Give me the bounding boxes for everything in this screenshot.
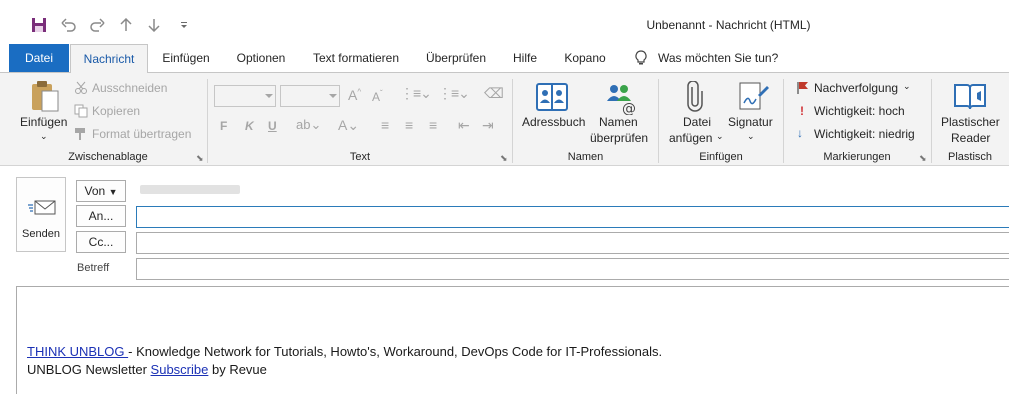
lightbulb-icon[interactable] — [630, 44, 652, 72]
send-label: Senden — [22, 228, 60, 240]
importance-high-icon: ! — [800, 104, 804, 118]
scissors-icon — [74, 81, 88, 98]
attach-dropdown-icon[interactable]: ⌄ — [716, 131, 724, 142]
align-left-icon[interactable]: ≡ — [381, 117, 389, 133]
body-line-2: UNBLOG Newsletter Subscribe by Revue — [27, 362, 267, 377]
to-input[interactable] — [136, 206, 1009, 228]
dialog-launcher-icon[interactable]: ⬊ — [500, 153, 508, 164]
shrink-font-icon[interactable]: Aˇ — [372, 89, 383, 104]
immersive-reader-label-2[interactable]: Reader — [951, 131, 990, 145]
cut-button[interactable]: Ausschneiden — [92, 81, 167, 95]
title-bar: Unbenannt - Nachricht (HTML) — [0, 0, 1009, 44]
copy-icon — [74, 104, 88, 121]
from-address-redacted — [140, 185, 240, 194]
align-center-icon[interactable]: ≡ — [405, 117, 413, 133]
paperclip-icon[interactable] — [686, 80, 704, 116]
cc-button[interactable]: Cc... — [76, 231, 126, 253]
ribbon-tabs: Datei Nachricht Einfügen Optionen Text f… — [0, 44, 1009, 73]
increase-indent-icon[interactable]: ⇥ — [482, 117, 494, 134]
cc-input[interactable] — [136, 232, 1009, 254]
immersive-reader-label-1[interactable]: Plastischer — [941, 115, 1000, 129]
tab-kopano[interactable]: Kopano — [555, 44, 615, 72]
follow-up-button[interactable]: Nachverfolgung — [814, 81, 898, 95]
importance-high-button[interactable]: Wichtigkeit: hoch — [814, 104, 905, 118]
immersive-reader-icon[interactable] — [953, 81, 987, 116]
subscribe-link[interactable]: Subscribe — [151, 362, 209, 377]
bullets-icon[interactable]: ⋮≡⌄ — [400, 85, 432, 102]
importance-low-icon: ↓ — [797, 126, 803, 140]
flag-icon — [797, 81, 809, 98]
numbering-icon[interactable]: ⋮≡⌄ — [438, 85, 470, 102]
address-book-button[interactable]: Adressbuch — [522, 115, 585, 129]
group-label-markierungen: Markierungen — [823, 151, 891, 163]
tell-me-search[interactable]: Was möchten Sie tun? — [658, 44, 788, 72]
italic-button[interactable]: K — [245, 119, 254, 133]
tab-text-formatieren[interactable]: Text formatieren — [303, 44, 409, 72]
font-color-icon[interactable]: A⌄ — [338, 117, 359, 134]
tab-hilfe[interactable]: Hilfe — [503, 44, 547, 72]
signature-icon[interactable] — [738, 81, 770, 116]
bold-button[interactable]: F — [220, 119, 227, 133]
subject-label: Betreff — [77, 262, 110, 274]
paste-label[interactable]: Einfügen — [20, 115, 67, 129]
copy-button[interactable]: Kopieren — [92, 104, 140, 118]
font-size-select[interactable] — [280, 85, 340, 110]
subject-input[interactable] — [136, 258, 1009, 280]
decrease-indent-icon[interactable]: ⇤ — [458, 117, 470, 134]
importance-low-button[interactable]: Wichtigkeit: niedrig — [814, 127, 915, 141]
to-button[interactable]: An... — [76, 205, 126, 227]
grow-font-icon[interactable]: A^ — [348, 87, 361, 103]
paste-dropdown-icon[interactable]: ⌄ — [40, 131, 48, 142]
attach-file-label-1[interactable]: Datei — [683, 115, 711, 129]
window-title: Unbenannt - Nachricht (HTML) — [646, 18, 811, 32]
dialog-launcher-icon[interactable]: ⬊ — [196, 153, 204, 164]
tab-nachricht[interactable]: Nachricht — [70, 44, 148, 73]
think-unblog-link[interactable]: THINK UNBLOG — [27, 344, 128, 359]
group-label-plastisch: Plastisch — [947, 151, 993, 163]
from-dropdown-icon: ▼ — [108, 187, 118, 197]
tab-einfuegen[interactable]: Einfügen — [152, 44, 220, 72]
font-family-select[interactable] — [214, 85, 276, 110]
send-button[interactable]: Senden — [16, 177, 66, 252]
svg-text:@: @ — [622, 101, 636, 115]
tab-optionen[interactable]: Optionen — [226, 44, 296, 72]
signature-dropdown-icon[interactable]: ⌄ — [747, 131, 755, 142]
ribbon: Einfügen ⌄ Ausschneiden Kopieren Format … — [0, 72, 1009, 166]
body-line-1: THINK UNBLOG - Knowledge Network for Tut… — [27, 344, 662, 359]
compose-area: Senden Von ▼ An... Cc... Betreff THINK U… — [0, 167, 1009, 394]
check-names-label-2[interactable]: überprüfen — [590, 131, 648, 145]
body-line-1-text: - Knowledge Network for Tutorials, Howto… — [128, 344, 663, 359]
follow-up-dropdown-icon[interactable]: ⌄ — [903, 81, 911, 92]
body-line-2-suffix: by Revue — [208, 362, 267, 377]
check-names-label-1[interactable]: Namen — [599, 115, 638, 129]
send-icon — [27, 198, 57, 219]
tab-ueberpruefen[interactable]: Überprüfen — [416, 44, 496, 72]
check-names-icon[interactable]: @ — [604, 81, 638, 118]
attach-file-label-2[interactable]: anfügen — [669, 131, 712, 145]
group-label-namen: Namen — [567, 151, 604, 163]
format-painter-icon — [74, 127, 88, 144]
address-book-icon[interactable] — [535, 81, 569, 116]
tab-datei[interactable]: Datei — [9, 44, 69, 72]
group-label-einfuegen: Einfügen — [699, 151, 743, 163]
align-right-icon[interactable]: ≡ — [429, 117, 437, 133]
paste-icon[interactable] — [28, 79, 62, 116]
clear-formatting-icon[interactable]: ⌫ — [484, 85, 504, 102]
group-label-text: Text — [349, 151, 371, 163]
dialog-launcher-icon[interactable]: ⬊ — [919, 153, 927, 164]
from-label: Von — [84, 184, 106, 198]
format-painter-button[interactable]: Format übertragen — [92, 127, 191, 141]
group-label-zwischenablage: Zwischenablage — [68, 151, 148, 163]
body-line-2-prefix: UNBLOG Newsletter — [27, 362, 151, 377]
message-body[interactable]: THINK UNBLOG - Knowledge Network for Tut… — [16, 286, 1009, 394]
highlight-icon[interactable]: ab⌄ — [296, 117, 321, 133]
from-button[interactable]: Von ▼ — [76, 180, 126, 202]
underline-button[interactable]: U — [268, 119, 277, 133]
signature-button[interactable]: Signatur — [728, 115, 773, 129]
